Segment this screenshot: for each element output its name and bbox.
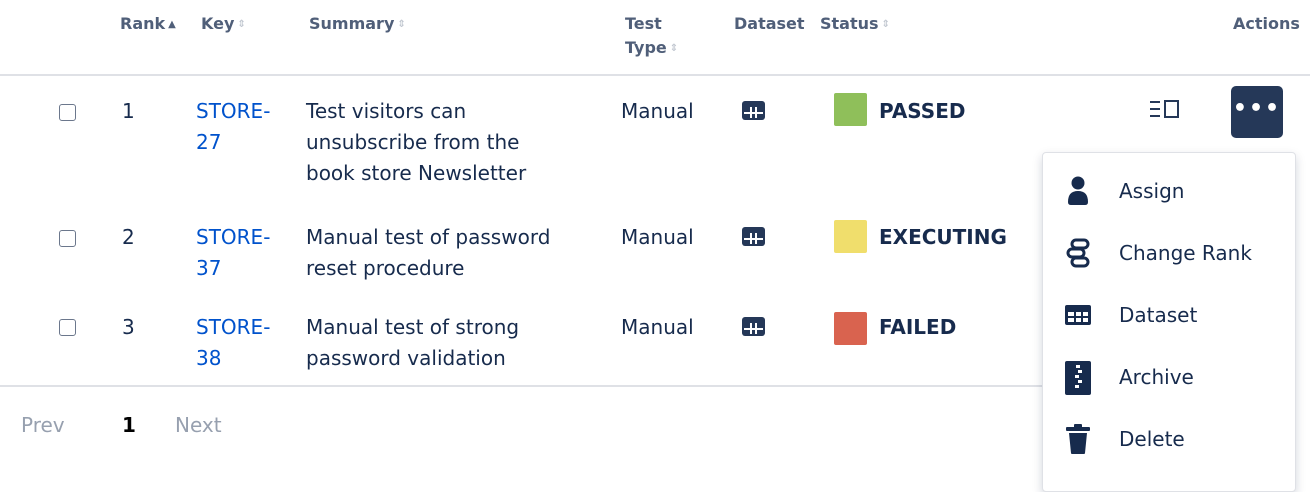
column-header-status[interactable]: Status ⇕ [820, 12, 890, 37]
column-header-test-type[interactable]: Test Type ⇕ [625, 12, 678, 61]
status-label: PASSED [879, 99, 966, 123]
column-header-key[interactable]: Key ⇕ [201, 12, 246, 37]
column-header-actions: Actions [1233, 14, 1300, 33]
column-header-dataset: Dataset [734, 14, 805, 33]
details-panel-icon[interactable] [1148, 97, 1188, 121]
test-type-value: Manual [621, 99, 694, 123]
pagination-current-page[interactable]: 1 [122, 410, 136, 440]
menu-item-archive[interactable]: Archive [1043, 347, 1297, 409]
dataset-icon[interactable] [742, 317, 765, 336]
sort-icon: ⇕ [397, 19, 406, 30]
dataset-icon [1063, 299, 1093, 331]
menu-item-change-rank[interactable]: Change Rank [1043, 223, 1297, 285]
dataset-icon[interactable] [742, 227, 765, 246]
test-type-value: Manual [621, 225, 694, 249]
rank-value: 2 [122, 225, 135, 249]
pagination-next[interactable]: Next [175, 410, 222, 440]
table-header: Rank ▲ Key ⇕ Summary ⇕ Test Type ⇕ Dataset S… [0, 0, 1310, 76]
trash-icon [1063, 423, 1093, 455]
test-type-value: Manual [621, 315, 694, 339]
pagination-prev[interactable]: Prev [21, 410, 65, 440]
menu-item-label: Delete [1119, 427, 1185, 451]
menu-item-dataset[interactable]: Dataset [1043, 285, 1297, 347]
menu-item-label: Dataset [1119, 303, 1198, 327]
row-checkbox[interactable] [59, 319, 76, 336]
issue-key-link[interactable]: STORE- 27 [196, 96, 270, 158]
status-color-swatch [834, 312, 867, 345]
issue-key-link[interactable]: STORE- 38 [196, 312, 270, 374]
menu-item-delete[interactable]: Delete [1043, 409, 1297, 471]
sort-icon: ⇕ [237, 19, 246, 30]
status-color-swatch [834, 93, 867, 126]
table-bottom-border [0, 385, 1045, 387]
more-actions-button[interactable]: ••• [1231, 86, 1283, 138]
more-icon: ••• [1232, 96, 1282, 121]
rank-icon [1063, 237, 1093, 269]
column-header-rank[interactable]: Rank ▲ [120, 12, 176, 37]
sort-icon: ⇕ [881, 19, 890, 30]
summary-text: Test visitors can unsubscribe from the boo… [306, 99, 527, 185]
menu-item-label: Change Rank [1119, 241, 1252, 265]
person-icon [1063, 175, 1093, 207]
menu-item-label: Assign [1119, 179, 1185, 203]
actions-menu: Assign Change Rank Dataset Archive Delet… [1042, 152, 1296, 492]
menu-item-assign[interactable]: Assign [1043, 161, 1297, 223]
status-label: EXECUTING [879, 225, 1007, 249]
row-checkbox[interactable] [59, 104, 76, 121]
issue-key-link[interactable]: STORE- 37 [196, 222, 270, 284]
menu-item-label: Archive [1119, 365, 1194, 389]
status-label: FAILED [879, 315, 957, 339]
dataset-icon[interactable] [742, 101, 765, 120]
rank-value: 3 [122, 315, 135, 339]
summary-text: Manual test of strong password validation [306, 315, 520, 370]
rank-value: 1 [122, 99, 135, 123]
archive-icon [1063, 361, 1093, 395]
sort-asc-icon: ▲ [168, 19, 176, 30]
column-header-summary[interactable]: Summary ⇕ [309, 12, 406, 37]
sort-icon: ⇕ [669, 43, 679, 54]
row-checkbox[interactable] [59, 230, 76, 247]
status-color-swatch [834, 220, 867, 253]
summary-text: Manual test of password reset procedure [306, 225, 551, 280]
